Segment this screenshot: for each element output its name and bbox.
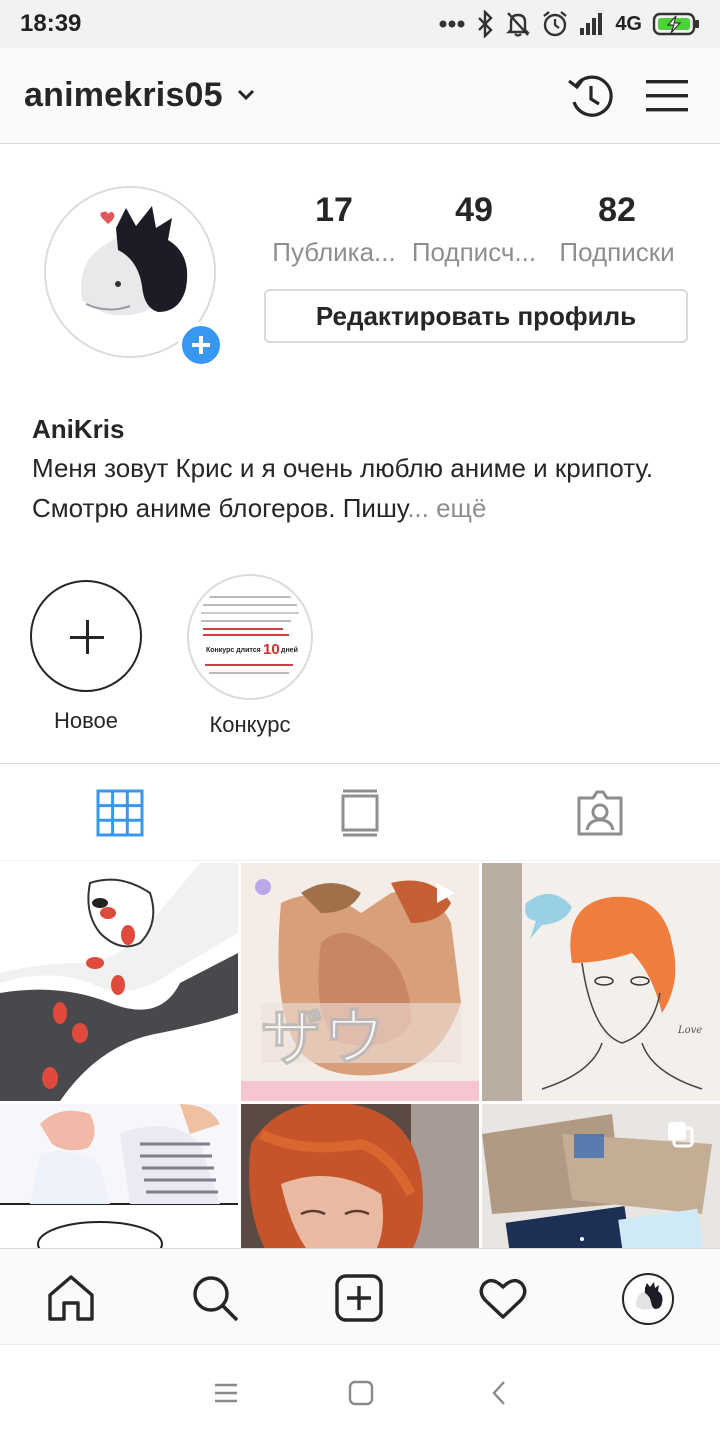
recents-menu-icon[interactable] xyxy=(212,1379,240,1407)
stat-following-value: 82 xyxy=(598,191,636,229)
contest-text-2: дней xyxy=(281,646,298,654)
plus-icon xyxy=(30,580,142,692)
grid-post[interactable] xyxy=(241,1104,479,1248)
status-time: 18:39 xyxy=(20,10,82,37)
posts-grid: ザウ Love xyxy=(0,863,720,1248)
highlight-cover: Конкурс длится 10 дней xyxy=(187,574,313,700)
network-type: 4G xyxy=(615,12,642,35)
grid-post[interactable]: Love xyxy=(482,863,720,1101)
heart-icon[interactable] xyxy=(478,1273,528,1323)
profile-bio: Меня зовут Крис и я очень люблю аниме и … xyxy=(32,448,682,528)
highlight-cover-image: Конкурс длится 10 дней xyxy=(193,580,307,694)
stat-posts-label: Публика... xyxy=(272,237,396,267)
mute-bell-icon xyxy=(506,12,531,37)
feed-icon[interactable] xyxy=(335,788,385,838)
profile-header: animekris05 xyxy=(0,48,720,144)
stat-followers[interactable]: 49 Подписч... xyxy=(404,190,544,274)
bottom-nav xyxy=(0,1248,720,1344)
tagged-icon[interactable] xyxy=(575,788,625,838)
chevron-down-icon[interactable] xyxy=(236,88,256,102)
highlight-label: Конкурс xyxy=(209,712,291,737)
status-icons: 4G xyxy=(439,8,700,40)
home-square-icon[interactable] xyxy=(347,1379,375,1407)
home-icon[interactable] xyxy=(46,1273,96,1323)
battery-charging-icon xyxy=(652,12,699,36)
stat-posts[interactable]: 17 Публика... xyxy=(264,190,404,274)
alarm-icon xyxy=(543,11,568,37)
history-icon[interactable] xyxy=(566,72,616,122)
svg-text:ザウ: ザウ xyxy=(261,1004,385,1073)
menu-icon[interactable] xyxy=(644,76,690,116)
more-dots-icon xyxy=(439,20,465,28)
bluetooth-icon xyxy=(478,10,494,38)
highlight-new[interactable]: Новое xyxy=(21,580,151,734)
highlight-label: Новое xyxy=(53,708,119,733)
highlight-contest[interactable]: Конкурс длится 10 дней Конкурс xyxy=(185,574,315,738)
add-post-icon[interactable] xyxy=(334,1273,384,1323)
bio-more-link[interactable]: ... ещё xyxy=(407,493,486,523)
stat-posts-value: 17 xyxy=(315,191,353,229)
edit-profile-button[interactable]: Редактировать профиль xyxy=(264,289,688,343)
grid-post[interactable]: ザウ xyxy=(241,863,479,1101)
stat-following[interactable]: 82 Подписки xyxy=(547,190,687,274)
profile-avatar-icon[interactable] xyxy=(622,1273,674,1325)
contest-days-number: 10 xyxy=(263,641,280,658)
back-icon[interactable] xyxy=(486,1379,514,1407)
svg-text:Love: Love xyxy=(677,1025,702,1036)
stat-followers-value: 49 xyxy=(455,191,493,229)
profile-tabs xyxy=(0,763,720,861)
username-switcher[interactable]: animekris05 xyxy=(24,76,223,115)
profile-display-name: AniKris xyxy=(32,414,125,444)
search-icon[interactable] xyxy=(190,1273,240,1323)
contest-text-1: Конкурс длится xyxy=(206,647,261,654)
add-story-badge[interactable] xyxy=(178,322,224,368)
system-nav-bar xyxy=(0,1344,720,1440)
grid-icon[interactable] xyxy=(95,788,145,838)
grid-post[interactable] xyxy=(482,1104,720,1248)
stat-followers-label: Подписч... xyxy=(411,237,537,267)
grid-post[interactable] xyxy=(0,863,238,1101)
stat-following-label: Подписки xyxy=(559,237,675,267)
grid-post[interactable] xyxy=(0,1104,238,1248)
profile-bio-text: Меня зовут Крис и я очень люблю аниме и … xyxy=(32,453,654,523)
status-bar: 18:39 4G xyxy=(0,0,720,48)
signal-icon xyxy=(580,13,603,35)
